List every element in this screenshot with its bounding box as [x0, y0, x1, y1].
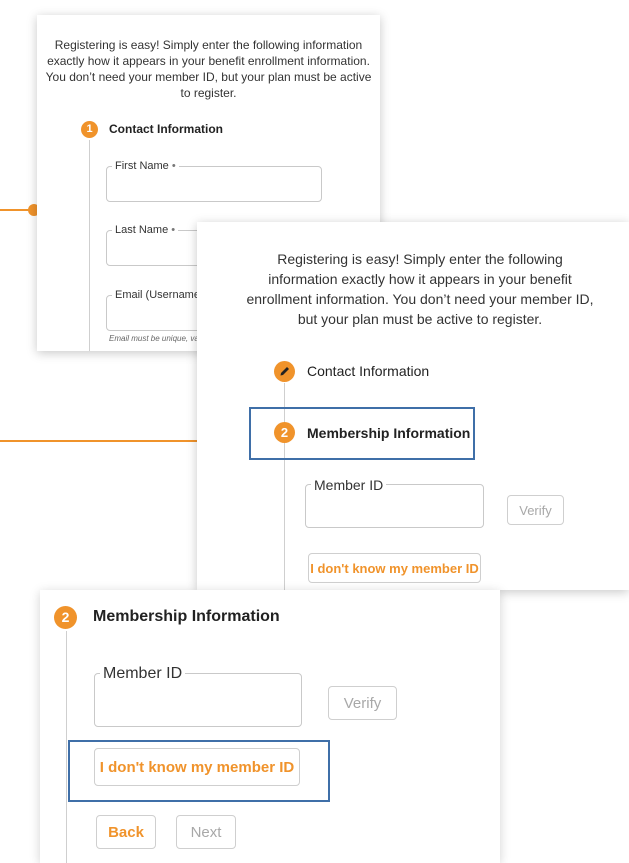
- email-hint: Email must be unique, vali: [109, 334, 203, 343]
- pencil-icon: [280, 367, 289, 376]
- verify-button[interactable]: Verify: [507, 495, 564, 525]
- last-name-label: Last Name •: [112, 224, 179, 236]
- step-title: Membership Information: [93, 608, 280, 625]
- step-number-badge: 2: [54, 606, 77, 629]
- step-connector-line: [89, 140, 90, 351]
- step2-title: Membership Information: [307, 425, 471, 441]
- dont-know-member-id-button[interactable]: I don't know my member ID: [308, 553, 481, 583]
- intro-text: Registering is easy! Simply enter the fo…: [246, 251, 594, 327]
- step-connector-line: [66, 631, 67, 863]
- step-number-badge: 1: [81, 121, 98, 138]
- required-mark: •: [171, 160, 176, 172]
- last-name-label-text: Last Name: [115, 224, 169, 236]
- first-name-label-text: First Name: [115, 160, 169, 172]
- intro-text: Registering is easy! Simply enter the fo…: [45, 38, 372, 100]
- next-button[interactable]: Next: [176, 815, 236, 849]
- verify-button[interactable]: Verify: [328, 686, 397, 720]
- membership-form-card: Registering is easy! Simply enter the fo…: [197, 222, 629, 590]
- member-id-label: Member ID: [100, 665, 186, 683]
- step-number-badge: 2: [274, 422, 295, 443]
- email-label-text: Email (Username): [115, 289, 204, 301]
- step1-title: Contact Information: [307, 363, 430, 379]
- required-mark: •: [171, 224, 176, 236]
- completed-step-badge: [274, 361, 295, 382]
- back-button[interactable]: Back: [96, 815, 156, 849]
- callout-connector-2: [0, 440, 230, 442]
- member-id-label: Member ID: [311, 477, 387, 493]
- step-title: Contact Information: [109, 122, 223, 136]
- dont-know-member-id-button[interactable]: I don't know my member ID: [94, 748, 300, 786]
- first-name-label: First Name •: [112, 160, 179, 172]
- membership-step-card: 2 Membership Information Member ID Verif…: [40, 590, 500, 863]
